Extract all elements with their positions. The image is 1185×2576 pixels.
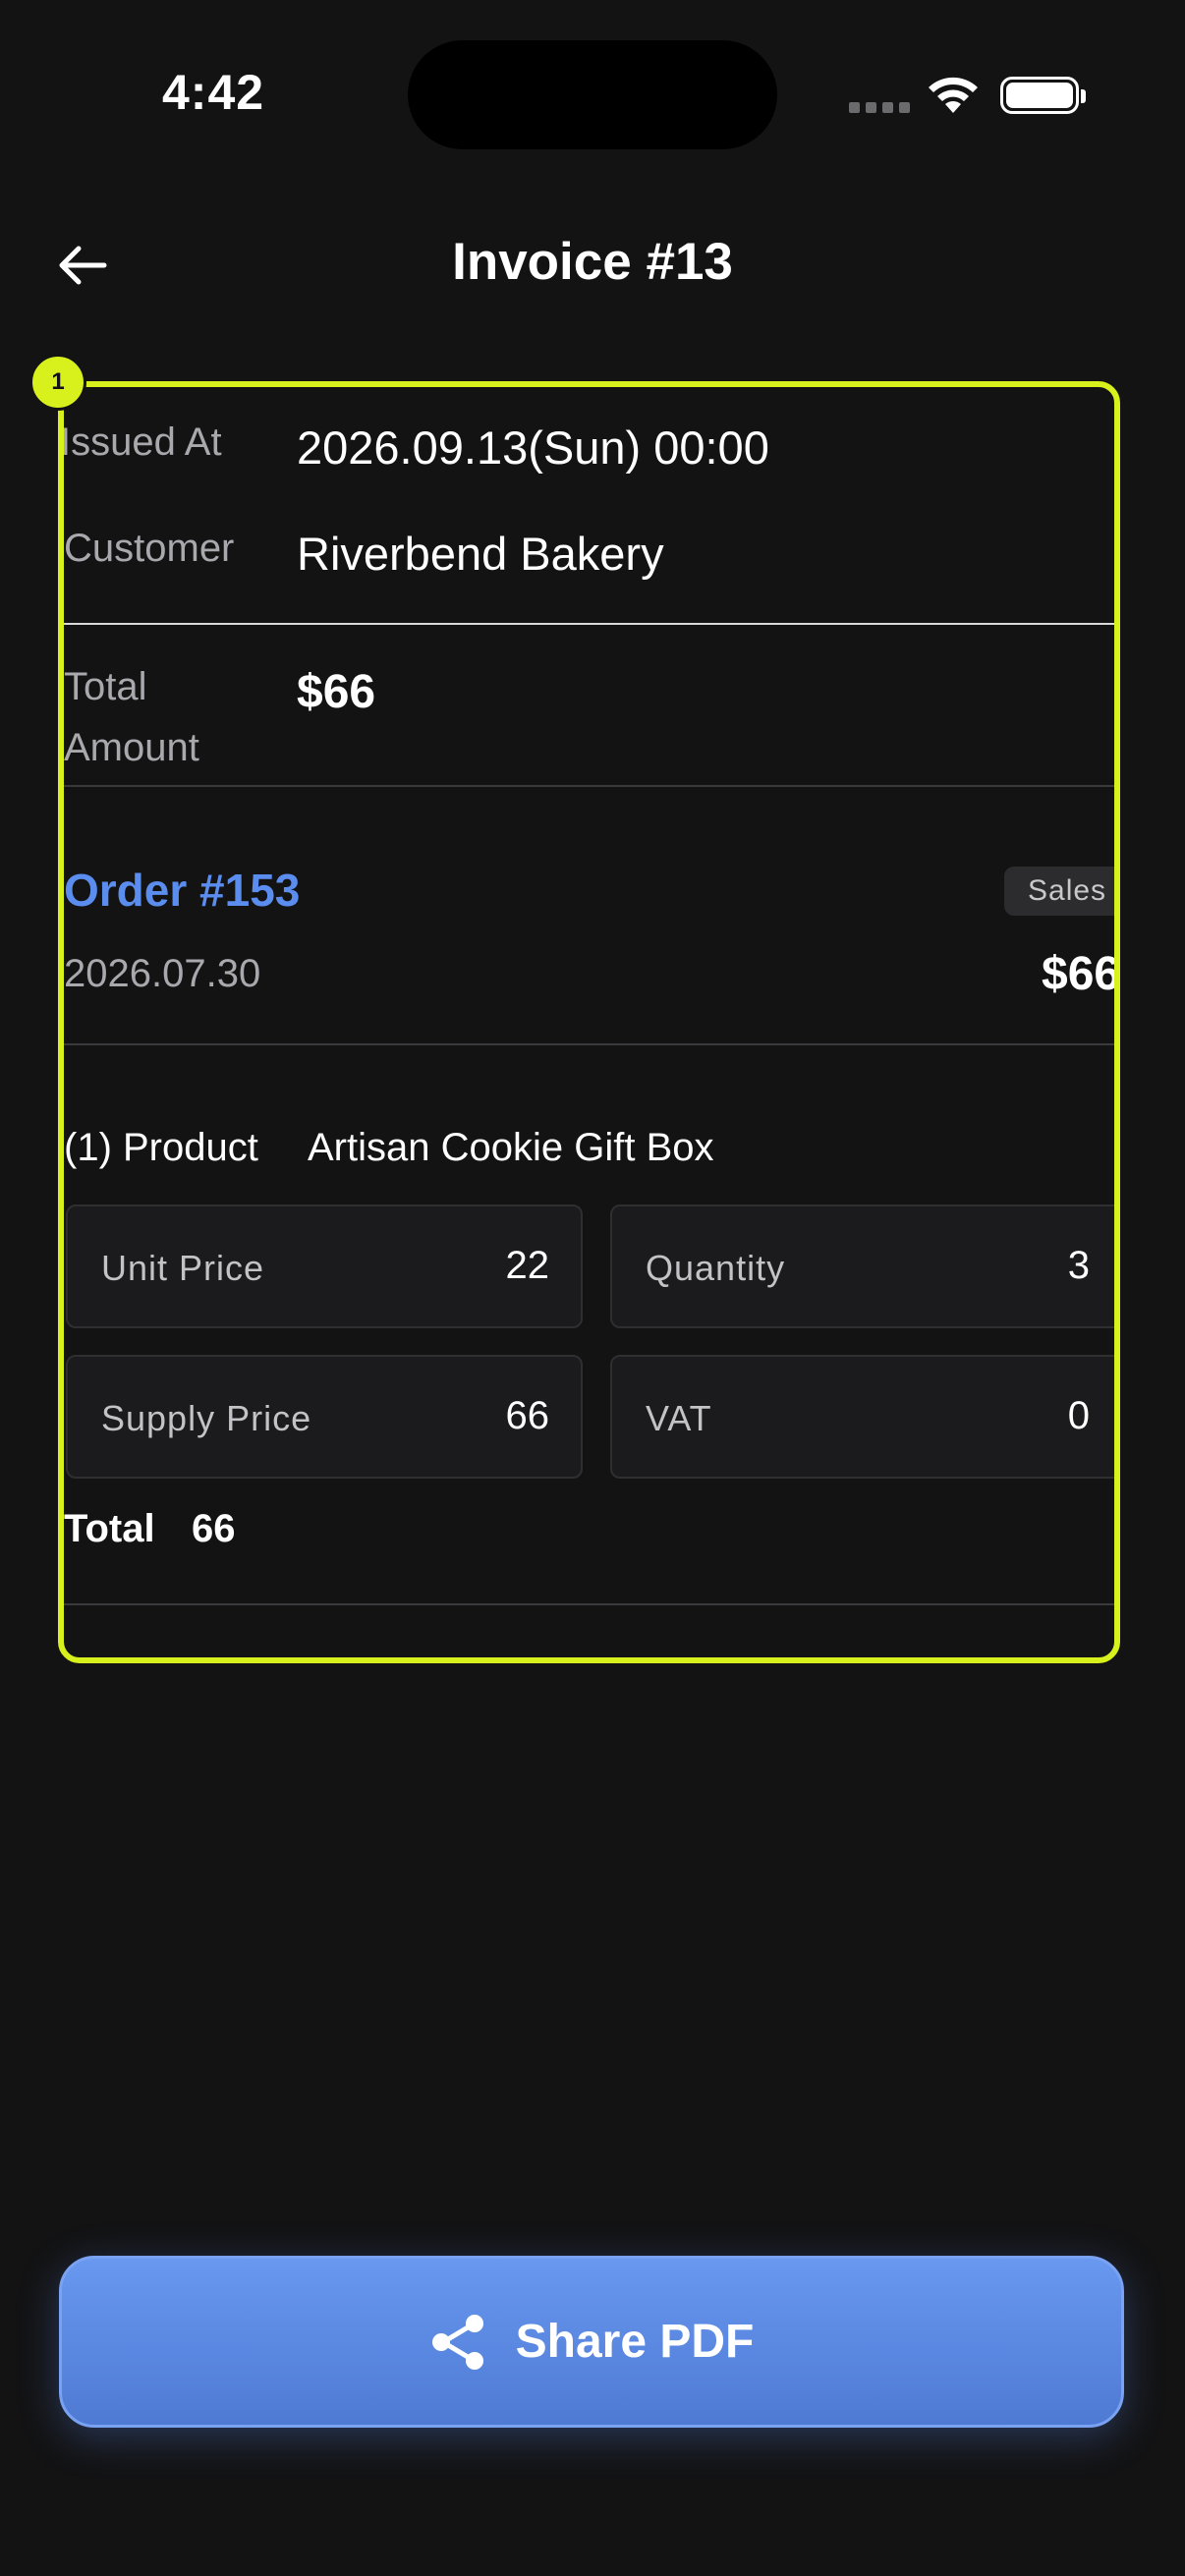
dynamic-island — [408, 40, 777, 149]
unit-price-label: Unit Price — [101, 1248, 265, 1288]
status-bar: 4:42 — [0, 0, 1185, 196]
quantity-cell: Quantity 3 — [610, 1204, 1114, 1328]
order-amount: $66 — [1042, 948, 1120, 1000]
supply-price-cell: Supply Price 66 — [66, 1355, 583, 1479]
quantity-value: 3 — [1067, 1244, 1090, 1287]
product-total-value: 66 — [192, 1507, 236, 1550]
order-link[interactable]: Order #153 — [64, 864, 300, 917]
page-title: Invoice #13 — [452, 233, 733, 291]
product-total-label: Total — [64, 1507, 155, 1550]
vat-label: VAT — [646, 1398, 712, 1438]
divider — [64, 623, 1114, 625]
highlight-marker: 1 — [29, 354, 86, 411]
total-amount-label-line1: Total — [64, 665, 147, 708]
vat-value: 0 — [1067, 1394, 1090, 1437]
battery-icon — [1000, 77, 1086, 114]
status-time: 4:42 — [162, 65, 265, 120]
divider — [64, 785, 1114, 787]
share-pdf-label: Share PDF — [515, 2316, 755, 2368]
quantity-label: Quantity — [646, 1248, 786, 1288]
product-name: Artisan Cookie Gift Box — [308, 1126, 714, 1169]
customer-label: Customer — [64, 527, 235, 570]
product-label: (1) Product — [64, 1126, 258, 1169]
wifi-icon — [929, 77, 978, 113]
issued-at-label: Issued At — [60, 420, 222, 464]
share-icon — [431, 2314, 483, 2370]
invoice-detail-card: Issued At 2026.09.13(Sun) 00:00 Customer… — [58, 381, 1120, 1663]
divider — [64, 1603, 1114, 1605]
customer-value: Riverbend Bakery — [297, 528, 664, 580]
order-type-badge: Sales — [1004, 867, 1114, 916]
divider — [64, 1043, 1114, 1045]
supply-price-value: 66 — [505, 1394, 550, 1437]
vat-cell: VAT 0 — [610, 1355, 1114, 1479]
order-date: 2026.07.30 — [64, 952, 261, 995]
unit-price-value: 22 — [505, 1244, 550, 1287]
unit-price-cell: Unit Price 22 — [66, 1204, 583, 1328]
supply-price-label: Supply Price — [101, 1398, 312, 1438]
total-amount-value: $66 — [297, 666, 376, 718]
issued-at-value: 2026.09.13(Sun) 00:00 — [297, 421, 769, 474]
share-pdf-button[interactable]: Share PDF — [59, 2256, 1124, 2428]
cellular-signal-icon — [849, 102, 910, 113]
total-amount-label-line2: Amount — [64, 726, 199, 769]
